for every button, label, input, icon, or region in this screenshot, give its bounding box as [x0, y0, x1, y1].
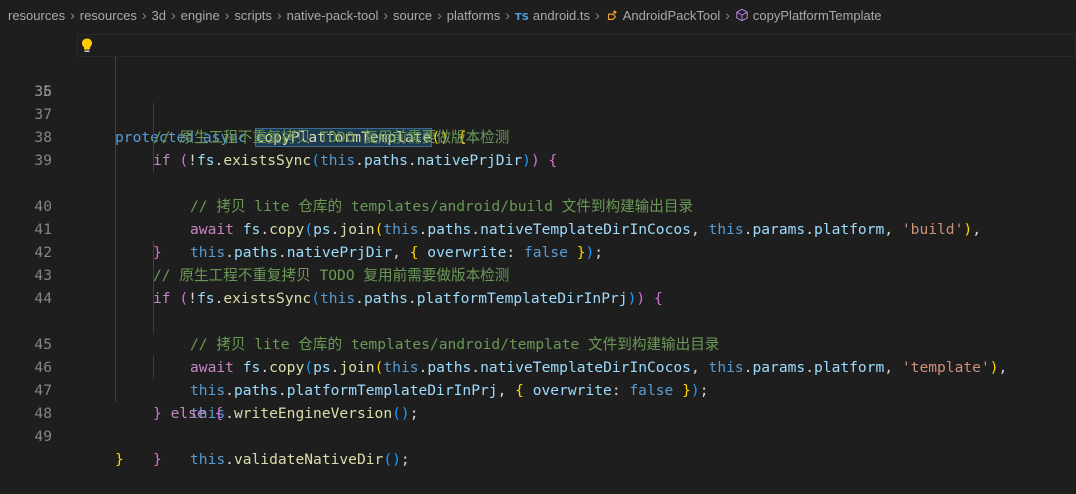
indent-guide — [115, 172, 116, 195]
indent-guide — [153, 264, 154, 287]
breadcrumb-class-label: AndroidPackTool — [622, 7, 721, 23]
chevron-right-icon: › — [505, 7, 510, 23]
chevron-right-icon: › — [725, 7, 730, 23]
code-line[interactable]: 43 // 拷贝 lite 仓库的 templates/android/temp… — [0, 241, 1076, 353]
method-icon — [736, 8, 748, 21]
breadcrumb-item[interactable]: engine — [181, 8, 220, 23]
code-line[interactable]: this.paths.nativePrjDir, { overwrite: fa… — [0, 149, 1076, 261]
current-line-highlight — [77, 34, 1076, 57]
indent-guide — [115, 80, 116, 103]
code-line[interactable]: this.paths.platformTemplateDirInPrj, { o… — [0, 287, 1076, 399]
code-line[interactable]: 36 // 原生工程不重复拷贝 TODO 复用前需要做版本检测 — [0, 57, 1076, 146]
code-token: } — [153, 451, 162, 468]
breadcrumb-item[interactable]: native-pack-tool — [287, 8, 379, 23]
breadcrumb-item[interactable]: scripts — [234, 8, 272, 23]
breadcrumb-method-label: copyPlatformTemplate — [752, 7, 882, 23]
indent-guide — [153, 310, 154, 333]
code-line[interactable]: 40 } — [0, 172, 1076, 261]
chevron-right-icon: › — [70, 7, 75, 23]
code-line[interactable]: 39 await fs.copy(ps.join(this.paths.nati… — [0, 126, 1076, 238]
indent-guide — [115, 149, 116, 172]
chevron-right-icon: › — [170, 7, 176, 23]
code-token: this — [190, 451, 226, 468]
chevron-right-icon: › — [595, 7, 600, 23]
breadcrumb-file[interactable]: TS android.ts — [515, 8, 590, 23]
indent-guide — [115, 195, 116, 218]
indent-guide — [153, 103, 154, 126]
typescript-file-icon: TS — [514, 11, 529, 23]
code-line[interactable]: 48 } — [0, 379, 1076, 468]
lightbulb-icon[interactable] — [79, 37, 95, 54]
chevron-right-icon: › — [383, 7, 389, 23]
indent-guide — [153, 287, 154, 310]
indent-guide — [115, 287, 116, 310]
breadcrumb-item[interactable]: resources — [80, 8, 137, 23]
breadcrumb-item[interactable]: 3d — [152, 8, 166, 23]
class-icon — [607, 9, 617, 20]
code-token: () — [383, 451, 401, 468]
indent-guide — [115, 356, 116, 379]
indent-guide — [115, 218, 116, 241]
indent-guide — [115, 126, 116, 149]
breadcrumb: resources › resources › 3d › engine › sc… — [0, 0, 1076, 30]
code-line[interactable]: 49 } — [0, 402, 1076, 468]
code-line[interactable]: 42 if (!fs.existsSync(this.paths.platfor… — [0, 218, 1076, 307]
indent-guide — [153, 356, 154, 379]
code-token: validateNativeDir — [233, 451, 384, 468]
code-line[interactable]: 37 if (!fs.existsSync(this.paths.nativeP… — [0, 80, 1076, 169]
indent-guide — [115, 57, 116, 80]
indent-guide — [153, 149, 154, 172]
line-number: 49 — [34, 428, 52, 445]
indent-guide — [115, 379, 116, 402]
code-line[interactable]: 41 // 原生工程不重复拷贝 TODO 复用前需要做版本检测 — [0, 195, 1076, 284]
breadcrumb-file-label: android.ts — [532, 7, 591, 23]
breadcrumb-method[interactable]: copyPlatformTemplate — [735, 8, 882, 23]
indent-guide — [115, 103, 116, 126]
indent-guide — [153, 241, 154, 264]
code-line[interactable]: 47 this.validateNativeDir(); — [0, 356, 1076, 468]
breadcrumb-item[interactable]: platforms — [447, 8, 500, 23]
indent-guide — [153, 126, 154, 149]
code-editor[interactable]: 35 protected async copyPlatformTemplate(… — [0, 30, 1076, 468]
chevron-right-icon: › — [141, 7, 147, 23]
chevron-right-icon: › — [437, 7, 442, 23]
chevron-right-icon: › — [224, 7, 230, 23]
breadcrumb-item[interactable]: source — [393, 8, 432, 23]
code-line[interactable]: 44 await fs.copy(ps.join(this.paths.nati… — [0, 264, 1076, 376]
indent-guide — [115, 241, 116, 264]
breadcrumb-class[interactable]: AndroidPackTool — [605, 7, 721, 23]
indent-guide — [115, 264, 116, 287]
code-line[interactable]: 45 this.writeEngineVersion(); — [0, 310, 1076, 422]
code-line[interactable]: 46 } else { — [0, 333, 1076, 422]
indent-guide — [115, 310, 116, 333]
chevron-right-icon: › — [276, 7, 282, 23]
indent-guide — [115, 333, 116, 356]
code-line[interactable]: 38 // 拷贝 lite 仓库的 templates/android/buil… — [0, 103, 1076, 215]
code-line[interactable]: 35 protected async copyPlatformTemplate(… — [0, 34, 1076, 147]
code-token: } — [115, 451, 124, 468]
breadcrumb-item[interactable]: resources — [8, 8, 65, 23]
